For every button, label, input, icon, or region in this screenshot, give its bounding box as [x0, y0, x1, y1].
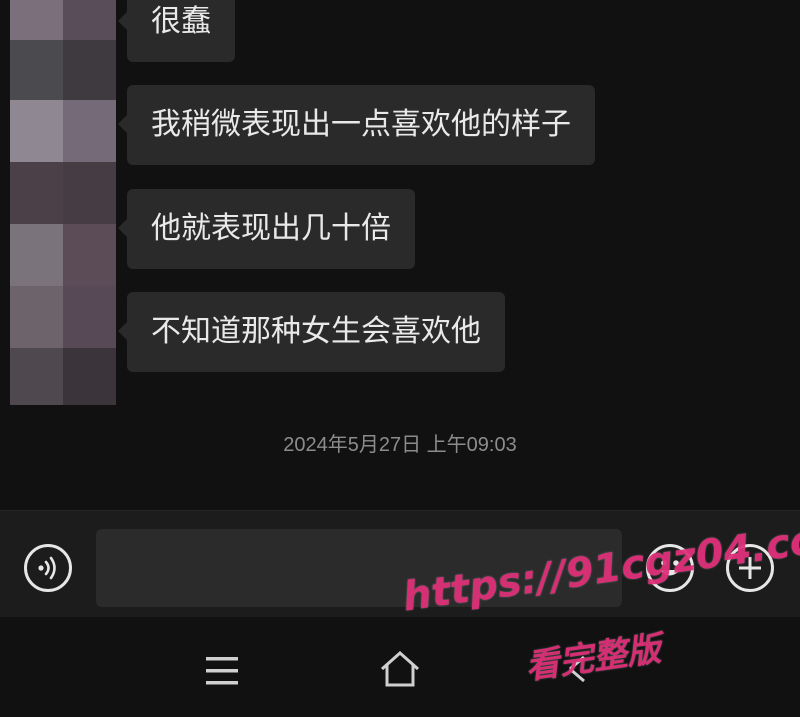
voice-input-icon — [38, 556, 56, 580]
message-text: 他就表现出几十倍 — [151, 211, 391, 246]
message-text: 不知道那种女生会喜欢他 — [151, 314, 481, 349]
message-bubble[interactable]: 他就表现出几十倍 — [118, 189, 415, 269]
message-text: 很蠢 — [151, 4, 211, 39]
system-navigation-bar — [0, 617, 800, 717]
menu-icon[interactable] — [202, 655, 242, 687]
chat-area: 很蠢 我稍微表现出一点喜欢他的样子 他就表现出几十倍 不知道那种女生会喜欢他 2… — [0, 0, 800, 510]
message-bubble[interactable]: 我稍微表现出一点喜欢他的样子 — [118, 85, 595, 165]
voice-input-button[interactable] — [24, 544, 72, 592]
message-text: 我稍微表现出一点喜欢他的样子 — [151, 107, 571, 142]
message-timestamp: 2024年5月27日 上午09:03 — [283, 434, 517, 456]
message-bubble[interactable]: 不知道那种女生会喜欢他 — [118, 292, 505, 372]
contact-avatar[interactable] — [10, 0, 116, 405]
home-icon[interactable] — [378, 649, 422, 689]
message-bubble[interactable]: 很蠢 — [118, 0, 235, 62]
